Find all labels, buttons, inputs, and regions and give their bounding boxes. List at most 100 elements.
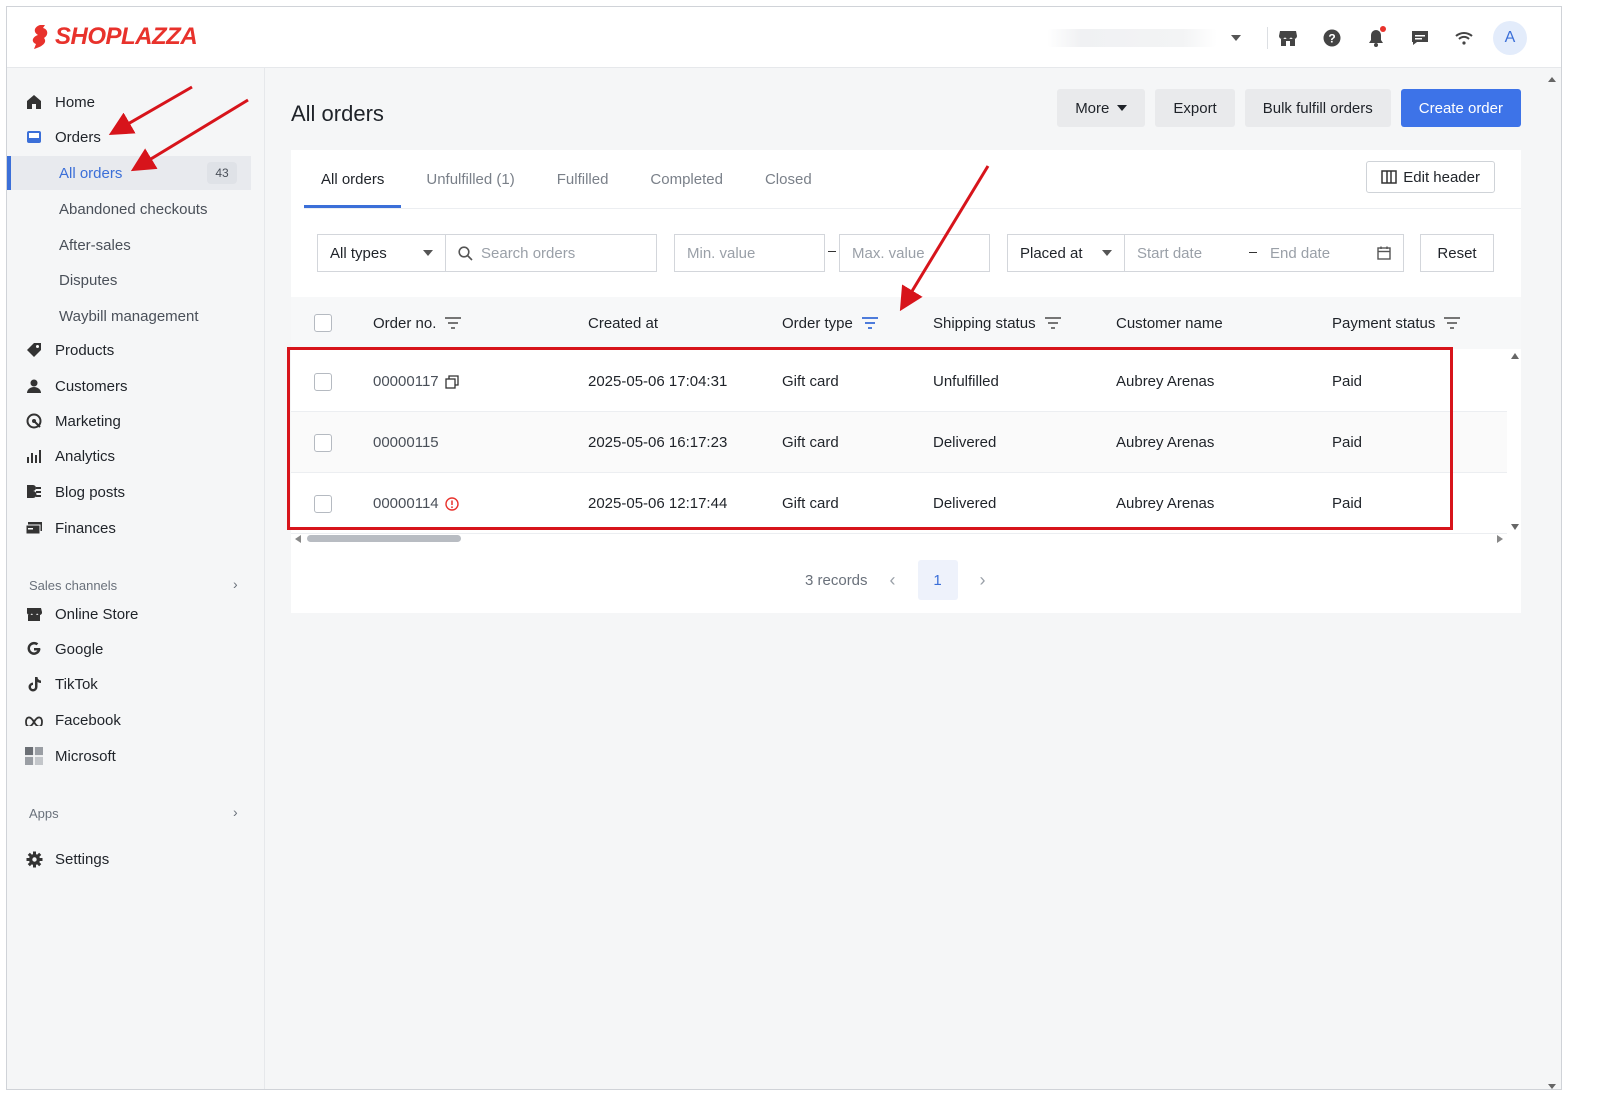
create-order-button[interactable]: Create order bbox=[1400, 89, 1521, 127]
order-number-cell[interactable]: 00000114 bbox=[373, 473, 459, 534]
copy-icon[interactable] bbox=[444, 374, 459, 389]
scroll-right-arrow[interactable] bbox=[1497, 535, 1503, 543]
min-value-input[interactable]: Min. value bbox=[674, 234, 825, 272]
sales-channels-heading[interactable]: Sales channels bbox=[29, 578, 117, 593]
filter-icon[interactable] bbox=[861, 316, 879, 330]
apps-heading[interactable]: Apps bbox=[29, 806, 59, 821]
customer-name-cell: Aubrey Arenas bbox=[1116, 434, 1215, 451]
tiktok-icon bbox=[25, 675, 43, 693]
store-icon[interactable] bbox=[1275, 25, 1301, 51]
pagination: 3 records ‹ 1 › bbox=[805, 560, 986, 600]
sidebar-item-disputes[interactable]: Disputes bbox=[59, 266, 117, 294]
order-number[interactable]: 00000114 bbox=[373, 495, 439, 512]
row-checkbox[interactable] bbox=[314, 351, 332, 412]
sidebar-item-after-sales[interactable]: After-sales bbox=[59, 231, 131, 259]
google-icon bbox=[25, 640, 43, 658]
table-row[interactable]: 00000114 2025-05-06 12:17:44 Gift card D… bbox=[291, 473, 1507, 534]
page-actions: More Export Bulk fulfill orders Create o… bbox=[1057, 89, 1521, 127]
message-icon[interactable] bbox=[1407, 25, 1433, 51]
tab-fulfilled[interactable]: Fulfilled bbox=[540, 150, 626, 208]
date-range-input[interactable]: Start date End date bbox=[1124, 234, 1404, 272]
export-button[interactable]: Export bbox=[1155, 89, 1235, 127]
horizontal-scrollbar[interactable] bbox=[307, 535, 461, 542]
columns-icon bbox=[1381, 170, 1398, 184]
sidebar-item-label: Analytics bbox=[55, 447, 116, 465]
scroll-down-arrow[interactable] bbox=[1511, 524, 1519, 530]
order-number[interactable]: 00000117 bbox=[373, 373, 439, 390]
sidebar-item-finances[interactable]: Finances bbox=[25, 514, 116, 542]
store-name-redacted bbox=[1047, 29, 1217, 47]
checkbox[interactable] bbox=[314, 314, 332, 332]
order-type-value: All types bbox=[330, 244, 387, 262]
more-button[interactable]: More bbox=[1057, 89, 1146, 127]
checkbox[interactable] bbox=[314, 433, 332, 452]
filter-icon[interactable] bbox=[1044, 316, 1062, 330]
min-value-placeholder: Min. value bbox=[687, 244, 756, 262]
chevron-down-icon bbox=[1117, 105, 1128, 111]
sidebar-item-google[interactable]: Google bbox=[25, 635, 103, 663]
table-row[interactable]: 00000117 2025-05-06 17:04:31 Gift card U… bbox=[291, 351, 1507, 412]
avatar[interactable]: A bbox=[1493, 21, 1527, 55]
scroll-up-arrow[interactable] bbox=[1511, 353, 1519, 359]
table-row[interactable]: 00000115 2025-05-06 16:17:23 Gift card D… bbox=[291, 412, 1507, 473]
order-number-cell[interactable]: 00000117 bbox=[373, 351, 459, 412]
store-selector[interactable] bbox=[1047, 25, 1247, 51]
tab-closed[interactable]: Closed bbox=[748, 150, 829, 208]
order-number[interactable]: 00000115 bbox=[373, 434, 439, 451]
search-input[interactable]: Search orders bbox=[445, 234, 657, 272]
sidebar-item-marketing[interactable]: Marketing bbox=[25, 407, 121, 435]
filter-icon[interactable] bbox=[1443, 316, 1461, 330]
sidebar-item-orders[interactable]: Orders bbox=[25, 123, 101, 151]
sidebar-item-label: Facebook bbox=[55, 711, 121, 729]
chevron-right-icon[interactable]: › bbox=[233, 804, 238, 820]
sidebar-item-products[interactable]: Products bbox=[25, 336, 114, 364]
sidebar-item-label: Customers bbox=[55, 377, 128, 395]
wifi-icon[interactable] bbox=[1451, 25, 1477, 51]
date-field-select[interactable]: Placed at bbox=[1007, 234, 1125, 272]
chevron-right-icon[interactable]: › bbox=[233, 576, 238, 592]
tab-unfulfilled[interactable]: Unfulfilled (1) bbox=[409, 150, 531, 208]
tab-all-orders[interactable]: All orders bbox=[304, 150, 402, 208]
payment-status-cell: Paid bbox=[1332, 495, 1363, 512]
select-all-checkbox[interactable] bbox=[314, 297, 332, 349]
edit-header-button[interactable]: Edit header bbox=[1366, 161, 1495, 193]
sidebar-item-abandoned-checkouts[interactable]: Abandoned checkouts bbox=[59, 195, 207, 223]
date-field-value: Placed at bbox=[1020, 244, 1083, 262]
help-icon[interactable]: ? bbox=[1319, 25, 1345, 51]
sidebar-item-customers[interactable]: Customers bbox=[25, 372, 128, 400]
filter-icon[interactable] bbox=[444, 316, 462, 330]
sidebar-item-tiktok[interactable]: TikTok bbox=[25, 670, 98, 698]
reset-button[interactable]: Reset bbox=[1420, 234, 1494, 272]
order-type-cell: Gift card bbox=[782, 434, 839, 451]
order-count-badge: 43 bbox=[207, 162, 237, 184]
sidebar-item-blog-posts[interactable]: Blog posts bbox=[25, 478, 125, 506]
window-scrollbar[interactable] bbox=[1545, 75, 1559, 1089]
row-checkbox[interactable] bbox=[314, 412, 332, 473]
column-created-at: Created at bbox=[588, 314, 659, 332]
page-number[interactable]: 1 bbox=[917, 560, 958, 600]
tag-icon bbox=[25, 341, 43, 359]
sidebar-item-microsoft[interactable]: Microsoft bbox=[25, 742, 116, 770]
order-number-cell[interactable]: 00000115 bbox=[373, 412, 439, 473]
created-at-cell: 2025-05-06 16:17:23 bbox=[588, 434, 728, 451]
sidebar-item-waybill-management[interactable]: Waybill management bbox=[59, 302, 199, 330]
max-value-input[interactable]: Max. value bbox=[839, 234, 990, 272]
row-checkbox[interactable] bbox=[314, 473, 332, 534]
order-type-select[interactable]: All types bbox=[317, 234, 446, 272]
brand-logo[interactable]: SHOPLAZZA bbox=[29, 23, 198, 51]
sidebar-item-settings[interactable]: Settings bbox=[25, 845, 109, 873]
sidebar-item-home[interactable]: Home bbox=[25, 88, 95, 116]
sidebar-item-facebook[interactable]: Facebook bbox=[25, 706, 121, 734]
tab-completed[interactable]: Completed bbox=[633, 150, 740, 208]
table-header: Order no. Created at Order type Shipping… bbox=[291, 297, 1521, 349]
checkbox[interactable] bbox=[314, 494, 332, 513]
chevron-right-icon[interactable]: › bbox=[980, 570, 986, 591]
sidebar-item-online-store[interactable]: Online Store bbox=[25, 600, 138, 628]
bulk-fulfill-button[interactable]: Bulk fulfill orders bbox=[1244, 89, 1391, 127]
bell-icon[interactable] bbox=[1363, 25, 1389, 51]
checkbox[interactable] bbox=[314, 372, 332, 391]
chevron-left-icon[interactable]: ‹ bbox=[890, 570, 896, 591]
column-shipping-status: Shipping status bbox=[933, 297, 1062, 349]
sidebar-item-analytics[interactable]: Analytics bbox=[25, 442, 115, 470]
scroll-left-arrow[interactable] bbox=[295, 535, 301, 543]
